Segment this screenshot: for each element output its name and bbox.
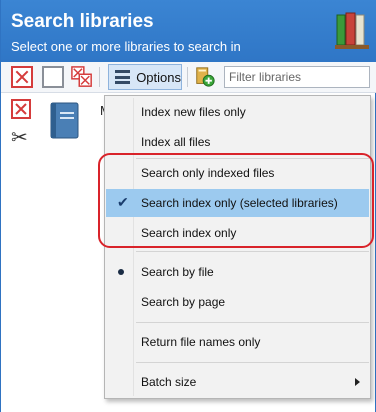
menu-item-label: Search by page <box>141 295 226 309</box>
menu-separator <box>136 322 369 323</box>
menu-item-label: Search only indexed files <box>141 166 275 180</box>
menu-item-search-by-file[interactable]: Search by file <box>106 258 369 286</box>
menu-item-label: Search index only <box>141 226 237 240</box>
menu-item-label: Index new files only <box>141 105 246 119</box>
options-label: Options <box>136 69 181 85</box>
books-icon <box>335 12 369 49</box>
library-settings-icon[interactable]: ✂ <box>11 127 33 149</box>
toolbar-divider <box>99 67 100 87</box>
checkmark-icon: ✔ <box>117 194 129 210</box>
add-library-icon[interactable] <box>194 66 216 88</box>
remove-selected-icon[interactable] <box>71 66 93 88</box>
filter-libraries-field[interactable] <box>224 66 370 88</box>
menu-item-index-all-files[interactable]: Index all files <box>106 128 369 156</box>
library-deselect-icon[interactable] <box>11 99 31 119</box>
menu-item-return-file-names-only[interactable]: Return file names only <box>106 328 369 356</box>
radio-selected-icon <box>118 269 124 275</box>
menu-item-label: Return file names only <box>141 335 261 349</box>
toolbar: Options <box>1 62 376 93</box>
options-icon <box>115 70 131 84</box>
menu-item-search-only-indexed-files[interactable]: Search only indexed files <box>106 159 369 187</box>
menu-item-label: Search index only (selected libraries) <box>141 196 338 210</box>
library-book-icon <box>50 102 79 139</box>
panel-header: Search libraries Select one or more libr… <box>1 0 376 62</box>
search-libraries-panel: Search libraries Select one or more libr… <box>0 0 376 412</box>
options-dropdown-menu: Index new files only Index all files Sea… <box>104 95 371 399</box>
panel-title: Search libraries <box>11 11 154 32</box>
menu-item-index-new-files-only[interactable]: Index new files only <box>106 98 369 126</box>
options-button[interactable]: Options <box>108 64 182 90</box>
filter-libraries-input[interactable] <box>229 69 365 85</box>
menu-item-label: Index all files <box>141 135 211 149</box>
menu-item-search-index-only-selected[interactable]: ✔ Search index only (selected libraries) <box>106 189 369 217</box>
panel-subtitle: Select one or more libraries to search i… <box>11 39 241 54</box>
submenu-arrow-icon <box>355 378 360 386</box>
menu-item-batch-size[interactable]: Batch size <box>106 368 369 396</box>
menu-item-label: Batch size <box>141 375 197 389</box>
toolbar-divider <box>187 67 188 87</box>
menu-item-search-by-page[interactable]: Search by page <box>106 288 369 316</box>
deselect-all-icon[interactable] <box>11 66 33 88</box>
empty-checkbox-icon[interactable] <box>42 66 64 88</box>
menu-item-search-index-only[interactable]: Search index only <box>106 219 369 247</box>
menu-separator <box>136 251 369 252</box>
menu-item-label: Search by file <box>141 265 214 279</box>
menu-separator <box>136 362 369 363</box>
